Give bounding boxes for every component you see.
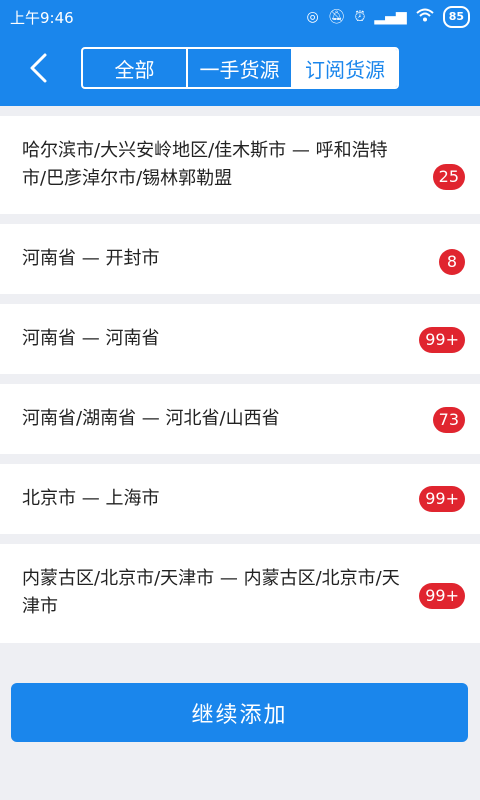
tab-switcher: 全部 一手货源 订阅货源 [81, 47, 399, 89]
route-text: 河南省 — 开封市 [22, 248, 160, 269]
route-text: 内蒙古区/北京市/天津市 — 内蒙古区/北京市/天津市 [22, 568, 400, 617]
battery-icon: 85 [442, 6, 470, 28]
tab-first-hand-supply[interactable]: 一手货源 [188, 49, 293, 87]
tab-all[interactable]: 全部 [83, 49, 188, 87]
chevron-left-icon [30, 53, 47, 83]
status-icons: ◎ 🔕︎ ⏰︎ ▂▄▆ 85 [306, 6, 470, 28]
subscription-item[interactable]: 内蒙古区/北京市/天津市 — 内蒙古区/北京市/天津市 99+ [0, 544, 480, 643]
hd-signal-icon: ◎ [306, 9, 319, 25]
count-badge: 25 [432, 164, 465, 190]
route-text: 北京市 — 上海市 [22, 488, 160, 509]
subscription-item[interactable]: 哈尔滨市/大兴安岭地区/佳木斯市 — 呼和浩特市/巴彦淖尔市/锡林郭勒盟 25 [0, 116, 480, 214]
route-text: 河南省/湖南省 — 河北省/山西省 [22, 408, 280, 429]
wifi-icon [416, 8, 434, 27]
count-badge: 73 [432, 407, 465, 433]
status-time: 上午9:46 [10, 9, 74, 27]
status-bar: 上午9:46 ◎ 🔕︎ ⏰︎ ▂▄▆ 85 [0, 0, 480, 32]
route-text: 河南省 — 河南省 [22, 328, 160, 349]
count-badge: 99+ [419, 583, 465, 609]
subscription-item[interactable]: 北京市 — 上海市 99+ [0, 464, 480, 534]
top-nav: 全部 一手货源 订阅货源 [0, 32, 480, 106]
subscription-item[interactable]: 河南省/湖南省 — 河北省/山西省 73 [0, 384, 480, 454]
subscription-item[interactable]: 河南省 — 河南省 99+ [0, 304, 480, 374]
alarm-icon: ⏰︎ [354, 9, 366, 25]
count-badge: 99+ [419, 327, 465, 353]
tab-subscribed-supply[interactable]: 订阅货源 [293, 49, 397, 87]
mute-icon: 🔕︎ [327, 9, 346, 25]
route-text: 哈尔滨市/大兴安岭地区/佳木斯市 — 呼和浩特市/巴彦淖尔市/锡林郭勒盟 [22, 140, 388, 189]
add-more-button[interactable]: 继续添加 [11, 683, 468, 742]
count-badge: 99+ [419, 486, 465, 512]
back-button[interactable] [20, 48, 60, 88]
subscription-item[interactable]: 河南省 — 开封市 8 [0, 224, 480, 294]
count-badge: 8 [439, 249, 465, 275]
signal-icon: ▂▄▆ [374, 9, 407, 25]
